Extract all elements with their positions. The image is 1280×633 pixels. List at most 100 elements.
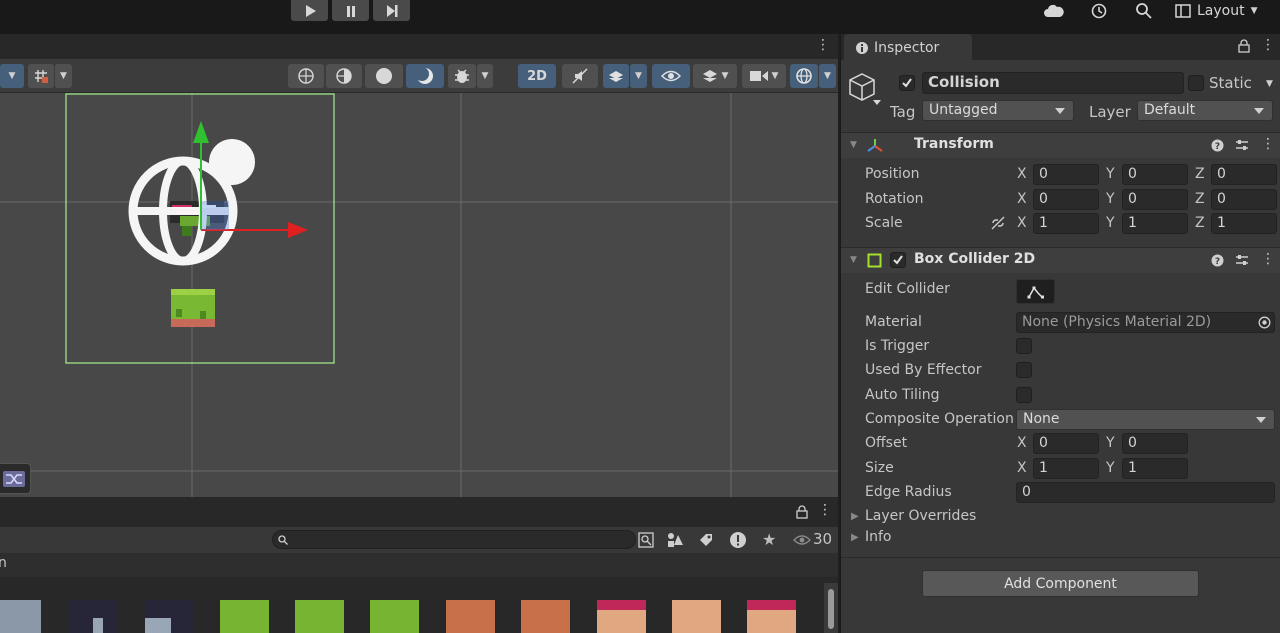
help-icon[interactable]: ? [1211,254,1224,267]
scale-x-field[interactable]: 1 [1033,213,1099,234]
more-menu-icon[interactable]: ⋮ [1261,37,1275,53]
wireframe-shading-button[interactable] [288,64,324,88]
play-button[interactable] [291,0,328,21]
warning-icon[interactable] [729,531,747,549]
scrollbar[interactable] [824,583,838,633]
asset-thumbnail[interactable] [597,600,646,633]
gameobject-cube-icon[interactable] [849,72,885,106]
object-picker-icon[interactable] [1258,316,1271,329]
edit-collider-button[interactable] [1016,279,1055,304]
layout-dropdown[interactable]: Layout ▼ [1175,0,1258,22]
scene-visibility-toggle[interactable] [652,64,690,88]
debug-draw-button[interactable] [448,64,476,88]
search-by-type-icon[interactable] [638,532,654,548]
asset-thumbnail[interactable] [747,600,796,633]
rotation-z-field[interactable]: 0 [1211,189,1277,210]
audio-toggle[interactable] [562,64,598,88]
asset-thumbnail[interactable] [446,600,495,633]
effects-toggle[interactable] [603,64,629,88]
size-x-field[interactable]: 1 [1033,458,1099,479]
more-menu-icon[interactable]: ⋮ [816,37,830,53]
lock-icon[interactable] [796,505,808,519]
lock-icon[interactable] [1238,39,1250,53]
chevron-right-icon[interactable]: ▶ [851,532,859,543]
asset-thumbnail[interactable] [672,600,721,633]
more-menu-icon[interactable]: ⋮ [1261,251,1275,267]
layer-dropdown[interactable]: Default [1137,100,1273,121]
position-y-field[interactable]: 0 [1122,164,1188,185]
search-icon [1136,3,1152,19]
tab-inspector[interactable]: Inspector [844,34,972,61]
asset-thumbnail[interactable] [220,600,269,633]
tool-handle-dropdown[interactable]: ▼ [0,64,24,88]
shaded-wire-button[interactable] [326,64,362,88]
pause-button[interactable] [332,0,369,21]
object-name-field[interactable]: Collision [922,72,1184,94]
ground-tile-sprite [171,289,215,327]
gizmos-dropdown[interactable]: ▼ [819,64,836,88]
audio-mute-icon [572,68,588,84]
offset-y-field[interactable]: 0 [1122,433,1188,454]
asset-thumbnail[interactable] [370,600,419,633]
more-menu-icon[interactable]: ⋮ [1261,136,1275,152]
add-component-button[interactable]: Add Component [922,570,1199,597]
offset-x-field[interactable]: 0 [1033,433,1099,454]
star-icon[interactable]: ★ [762,530,776,549]
overlay-toggle-button[interactable] [0,463,31,494]
box-collider-enabled-checkbox[interactable] [890,252,906,268]
static-checkbox[interactable] [1188,75,1204,91]
2d-mode-toggle[interactable]: 2D [518,64,556,88]
presets-icon[interactable] [1235,253,1249,267]
search-button[interactable] [1135,0,1153,22]
svg-text:?: ? [1215,257,1220,267]
transform-header[interactable]: ▼ Transform ? ⋮ [841,132,1280,158]
presets-icon[interactable] [1235,138,1249,152]
chevron-right-icon[interactable]: ▶ [851,511,859,522]
filter-by-type-icon[interactable] [666,532,684,548]
search-icon [278,535,288,545]
asset-thumbnail[interactable] [295,600,344,633]
help-icon[interactable]: ? [1211,139,1224,152]
info-foldout[interactable]: Info [865,529,892,545]
effects-dropdown[interactable]: ▼ [630,64,647,88]
tag-dropdown[interactable]: Untagged [922,100,1074,121]
shaded-button[interactable] [365,64,403,88]
material-field[interactable]: None (Physics Material 2D) [1016,312,1275,333]
project-search-input[interactable] [272,530,636,549]
is-trigger-checkbox[interactable] [1016,338,1032,354]
active-checkbox[interactable] [899,75,915,91]
tag-icon[interactable] [698,532,714,548]
asset-thumbnail[interactable] [0,600,41,633]
composite-operation-dropdown[interactable]: None [1016,409,1275,430]
asset-thumbnail[interactable] [145,600,194,633]
box-collider-header[interactable]: ▼ Box Collider 2D ? ⋮ [841,247,1280,273]
position-x-field[interactable]: 0 [1033,164,1099,185]
scale-z-field[interactable]: 1 [1211,213,1277,234]
layers-dropdown[interactable]: ▼ [693,64,737,88]
divider [841,557,1280,558]
size-y-field[interactable]: 1 [1122,458,1188,479]
step-button[interactable] [373,0,410,21]
debug-draw-dropdown[interactable]: ▼ [477,64,493,88]
cloud-button[interactable] [1044,0,1064,22]
rotation-x-field[interactable]: 0 [1033,189,1099,210]
camera-dropdown[interactable]: ▼ [742,64,786,88]
lighting-toggle[interactable] [406,64,444,88]
asset-thumbnail[interactable] [521,600,570,633]
scene-viewport[interactable] [0,93,838,497]
unlinked-constraint-icon[interactable] [990,215,1006,231]
auto-tiling-checkbox[interactable] [1016,387,1032,403]
grid-snap-button[interactable] [28,64,54,88]
rotation-y-field[interactable]: 0 [1122,189,1188,210]
static-dropdown-icon[interactable]: ▼ [1266,79,1273,89]
grid-snap-dropdown[interactable]: ▼ [55,64,72,88]
more-menu-icon[interactable]: ⋮ [818,502,832,518]
used-by-effector-checkbox[interactable] [1016,362,1032,378]
gizmos-toggle[interactable] [790,64,818,88]
position-z-field[interactable]: 0 [1211,164,1277,185]
scale-y-field[interactable]: 1 [1122,213,1188,234]
asset-thumbnail[interactable] [69,600,118,633]
history-button[interactable] [1090,0,1108,22]
layer-overrides-foldout[interactable]: Layer Overrides [865,508,976,524]
edge-radius-field[interactable]: 0 [1016,482,1275,503]
